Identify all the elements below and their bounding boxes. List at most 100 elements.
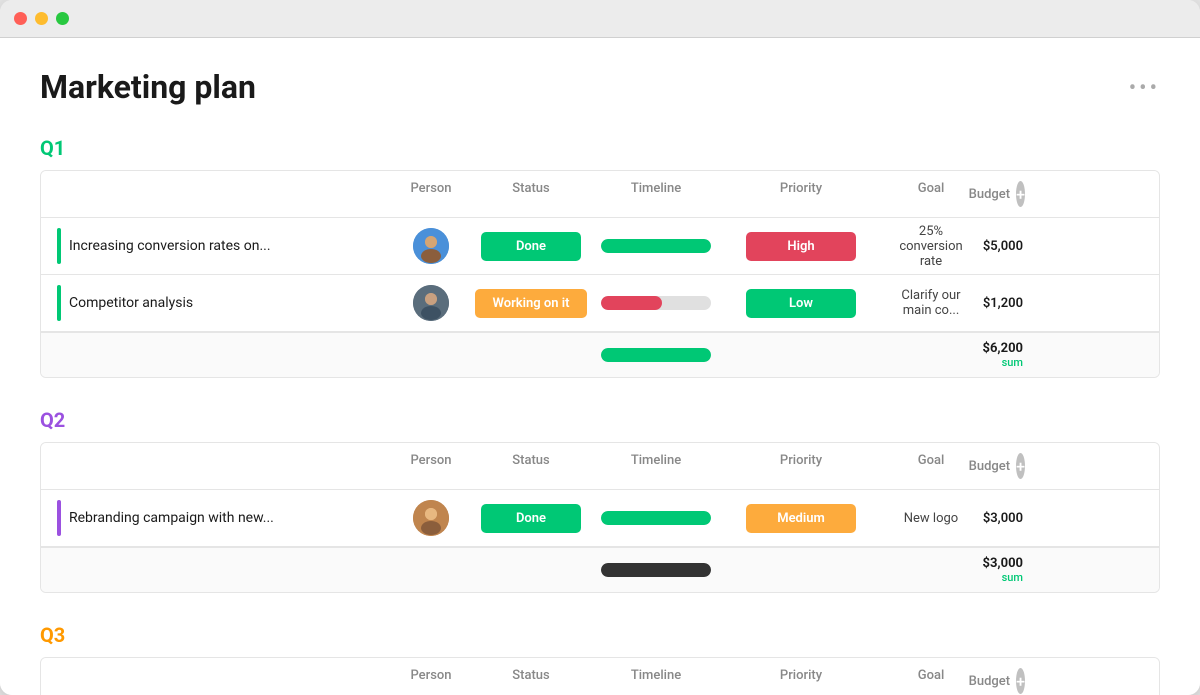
q1-summary-timeline [591,341,721,369]
q3-col-budget: Budget + [981,664,1031,695]
q1-row-2: Competitor analysis [41,275,1159,332]
q1-row1-status: Done [471,232,591,261]
col-timeline: Timeline [591,177,721,211]
q1-status-badge-2: Working on it [475,289,588,318]
q2-row1-status: Done [471,504,591,533]
q2-timeline-bar-1 [601,511,711,525]
q2-row-1: Rebranding campaign with new... [41,490,1159,547]
col-goal: Goal [881,177,981,211]
q1-row2-timeline [591,296,721,310]
q1-row1-timeline [591,239,721,253]
q2-label: Q2 [40,408,1160,432]
q1-row-1: Increasing conversion rates on... [41,218,1159,275]
q2-summary-budget: $3,000 [981,556,1031,571]
q2-sum-label: sum [981,571,1031,584]
q1-sum-label: sum [981,356,1031,369]
q2-summary-budget-wrap: $3,000 sum [981,556,1031,584]
q2-row1-goal: New logo [881,511,981,526]
q2-summary-priority [721,556,881,584]
q2-summary-status [471,556,591,584]
q2-summary-goal [881,556,981,584]
q1-summary-budget: $6,200 [981,341,1031,356]
q1-summary-goal [881,341,981,369]
q2-col-person: Person [391,449,471,483]
q2-table: Person Status Timeline Priority Goal Bud… [40,442,1160,593]
q1-bar-fill-1 [601,239,711,253]
q1-summary-spacer [41,341,391,369]
q1-row2-budget: $1,200 [981,296,1031,311]
q2-col-goal: Goal [881,449,981,483]
close-button[interactable] [14,12,27,25]
q1-task-1-name: Increasing conversion rates on... [41,218,391,274]
q1-status-badge-1: Done [481,232,581,261]
q3-col-status: Status [471,664,591,695]
q3-col-person: Person [391,664,471,695]
q3-label: Q3 [40,623,1160,647]
q2-row1-person [391,500,471,536]
q1-row1-goal: 25% conversion rate [881,224,981,269]
q2-summary-bar-fill [601,563,711,577]
q1-bar-fill-2 [601,296,662,310]
q1-avatar-2 [413,285,449,321]
page-header: Marketing plan ••• [40,68,1160,106]
q3-col-timeline: Timeline [591,664,721,695]
q2-row1-budget: $3,000 [981,511,1031,526]
q2-bar-fill-1 [601,511,711,525]
q3-col-task [41,664,391,695]
q1-timeline-bar-1 [601,239,711,253]
q1-summary-bar [601,348,711,362]
q1-table: Person Status Timeline Priority Goal Bud… [40,170,1160,378]
q3-column-headers: Person Status Timeline Priority Goal Bud… [41,658,1159,695]
q1-row1-accent [57,228,61,264]
q1-row1-priority: High [721,232,881,261]
q3-section: Q3 Person Status Timeline Priority Goal … [40,623,1160,695]
q2-summary-spacer [41,556,391,584]
q1-row1-person [391,228,471,264]
q2-priority-badge-1: Medium [746,504,856,533]
q2-col-priority: Priority [721,449,881,483]
q1-priority-badge-2: Low [746,289,856,318]
q2-row1-timeline [591,511,721,525]
q3-col-priority: Priority [721,664,881,695]
q2-task-1-name: Rebranding campaign with new... [41,490,391,546]
col-task [41,177,391,211]
q1-task-2-name: Competitor analysis [41,275,391,331]
q2-avatar-1-img [413,500,449,536]
q1-summary-row: $6,200 sum [41,332,1159,377]
q2-column-headers: Person Status Timeline Priority Goal Bud… [41,443,1159,490]
q2-col-status: Status [471,449,591,483]
q1-summary-budget-wrap: $6,200 sum [981,341,1031,369]
q2-summary-person [391,556,471,584]
q1-avatar-2-img [413,285,449,321]
q1-row1-budget: $5,000 [981,239,1031,254]
maximize-button[interactable] [56,12,69,25]
q1-avatar-1-img [413,228,449,264]
q1-add-button[interactable]: + [1016,181,1025,207]
q2-summary-timeline [591,556,721,584]
col-person: Person [391,177,471,211]
q1-timeline-bar-2 [601,296,711,310]
q3-add-button[interactable]: + [1016,668,1025,694]
minimize-button[interactable] [35,12,48,25]
q2-col-task [41,449,391,483]
q2-add-button[interactable]: + [1016,453,1025,479]
q1-label: Q1 [40,136,1160,160]
q2-row1-accent [57,500,61,536]
q2-avatar-1 [413,500,449,536]
q2-summary-row: $3,000 sum [41,547,1159,592]
q2-summary-bar [601,563,711,577]
col-status: Status [471,177,591,211]
q2-section: Q2 Person Status Timeline Priority Goal … [40,408,1160,593]
q2-row1-priority: Medium [721,504,881,533]
q3-table: Person Status Timeline Priority Goal Bud… [40,657,1160,695]
q1-summary-priority [721,341,881,369]
col-budget: Budget + [981,177,1031,211]
q1-row2-priority: Low [721,289,881,318]
q1-priority-badge-1: High [746,232,856,261]
q1-summary-bar-fill [601,348,711,362]
main-content: Marketing plan ••• Q1 Person Status Time… [0,38,1200,695]
titlebar [0,0,1200,38]
col-priority: Priority [721,177,881,211]
more-options-button[interactable]: ••• [1129,76,1160,101]
q2-status-badge-1: Done [481,504,581,533]
